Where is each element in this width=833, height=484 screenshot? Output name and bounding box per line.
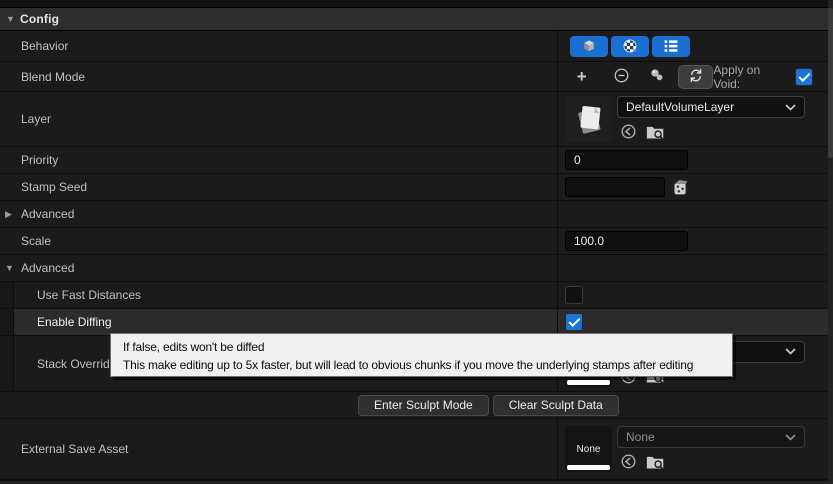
- row-external-save-asset: External Save Asset None None: [0, 419, 833, 480]
- row-use-fast-distances: Use Fast Distances: [0, 282, 833, 309]
- subtract-circle-icon: [613, 67, 630, 87]
- asset-color-stripe: [567, 380, 610, 385]
- asset-color-stripe: [567, 465, 610, 470]
- external-save-asset-thumbnail[interactable]: None: [565, 426, 612, 472]
- cube-icon: [581, 38, 597, 54]
- stack-override-label: Stack Override: [14, 357, 116, 371]
- layer-asset-picker: DefaultVolumeLayer: [565, 96, 805, 142]
- row-blend-mode: Blend Mode +: [0, 62, 833, 92]
- layer-dropdown[interactable]: DefaultVolumeLayer: [617, 96, 805, 118]
- dice-icon[interactable]: [671, 178, 690, 197]
- indent-gutter: [0, 336, 14, 391]
- checker-sphere-icon: [622, 38, 638, 54]
- indent-gutter: [0, 309, 14, 335]
- blend-subtract-button[interactable]: [611, 67, 630, 87]
- scrollbar-thumb[interactable]: [828, 8, 833, 158]
- enable-diffing-checkbox[interactable]: [565, 313, 583, 331]
- chevron-down-icon: [785, 104, 796, 111]
- row-advanced-collapsed[interactable]: ▶ Advanced: [0, 201, 833, 228]
- use-selected-icon[interactable]: [620, 123, 637, 140]
- apply-on-void-label: Apply on Void:: [713, 63, 788, 91]
- use-selected-icon[interactable]: [620, 453, 637, 470]
- row-sculpt-buttons: Enter Sculpt Mode Clear Sculpt Data: [0, 392, 833, 419]
- row-layer: Layer DefaultVolumeLayer: [0, 92, 833, 147]
- blend-loop-button[interactable]: [678, 65, 713, 89]
- blend-mode-label: Blend Mode: [0, 70, 85, 84]
- priority-value: 0: [574, 153, 581, 167]
- tooltip-line-2: This make editing up to 5x faster, but w…: [123, 356, 720, 374]
- use-fast-distances-checkbox[interactable]: [565, 286, 583, 304]
- use-fast-distances-label: Use Fast Distances: [14, 288, 141, 302]
- row-priority: Priority 0: [0, 147, 833, 174]
- loop-icon: [688, 68, 704, 86]
- enable-diffing-label: Enable Diffing: [14, 315, 112, 329]
- chevron-down-icon: ▼: [6, 14, 20, 24]
- layer-label: Layer: [0, 112, 51, 126]
- enable-diffing-tooltip: If false, edits won't be diffed This mak…: [110, 333, 733, 377]
- paint-blend-icon: [649, 67, 665, 86]
- chevron-down-icon: ▼: [5, 263, 14, 273]
- config-category-header[interactable]: ▼ Config: [0, 8, 833, 31]
- enter-sculpt-mode-label: Enter Sculpt Mode: [374, 398, 473, 412]
- chevron-right-icon: ▶: [5, 209, 12, 220]
- row-scale: Scale 100.0: [0, 228, 833, 255]
- behavior-material-button[interactable]: [611, 36, 649, 57]
- tooltip-line-1: If false, edits won't be diffed: [123, 338, 720, 356]
- stamp-seed-label: Stamp Seed: [0, 180, 87, 194]
- scale-input[interactable]: 100.0: [565, 231, 688, 251]
- enter-sculpt-mode-button[interactable]: Enter Sculpt Mode: [358, 395, 489, 416]
- list-icon: [663, 39, 679, 53]
- thumbnail-none-label: None: [577, 444, 601, 455]
- stamp-seed-input[interactable]: [565, 177, 665, 197]
- apply-on-void-checkbox[interactable]: [795, 68, 813, 86]
- layer-asset-thumbnail[interactable]: [565, 96, 612, 142]
- chevron-down-icon: [785, 348, 796, 355]
- blend-add-button[interactable]: +: [572, 67, 591, 87]
- row-advanced-expanded[interactable]: ▼ Advanced: [0, 255, 833, 282]
- row-behavior: Behavior: [0, 31, 833, 62]
- behavior-label: Behavior: [0, 39, 68, 53]
- layer-pages-icon: [570, 99, 608, 140]
- row-enable-diffing: Enable Diffing: [0, 309, 833, 336]
- layer-dropdown-value: DefaultVolumeLayer: [626, 100, 734, 114]
- category-label: Config: [20, 12, 59, 26]
- add-icon: +: [577, 68, 587, 85]
- clear-sculpt-data-label: Clear Sculpt Data: [509, 398, 603, 412]
- details-panel: ▼ Config Behavior: [0, 0, 833, 484]
- external-save-asset-value: None: [626, 430, 655, 444]
- chevron-down-icon: [785, 434, 796, 441]
- browse-to-asset-icon[interactable]: [646, 124, 665, 140]
- behavior-list-button[interactable]: [652, 36, 690, 57]
- row-stamp-seed: Stamp Seed: [0, 174, 833, 201]
- indent-gutter: [0, 282, 14, 308]
- blend-paint-button[interactable]: [647, 67, 666, 87]
- scale-value: 100.0: [574, 234, 604, 248]
- priority-input[interactable]: 0: [565, 150, 688, 170]
- external-save-asset-label: External Save Asset: [0, 442, 128, 456]
- clear-sculpt-data-button[interactable]: Clear Sculpt Data: [493, 395, 619, 416]
- external-save-asset-picker: None None: [565, 426, 805, 472]
- behavior-shape-button[interactable]: [570, 36, 608, 57]
- panel-bottom-edge: [0, 480, 833, 484]
- scale-label: Scale: [0, 234, 51, 248]
- priority-label: Priority: [0, 153, 58, 167]
- external-save-asset-dropdown[interactable]: None: [617, 426, 805, 448]
- browse-to-asset-icon[interactable]: [646, 454, 665, 470]
- scrollbar-track[interactable]: [828, 0, 833, 484]
- panel-top-edge: [0, 0, 833, 8]
